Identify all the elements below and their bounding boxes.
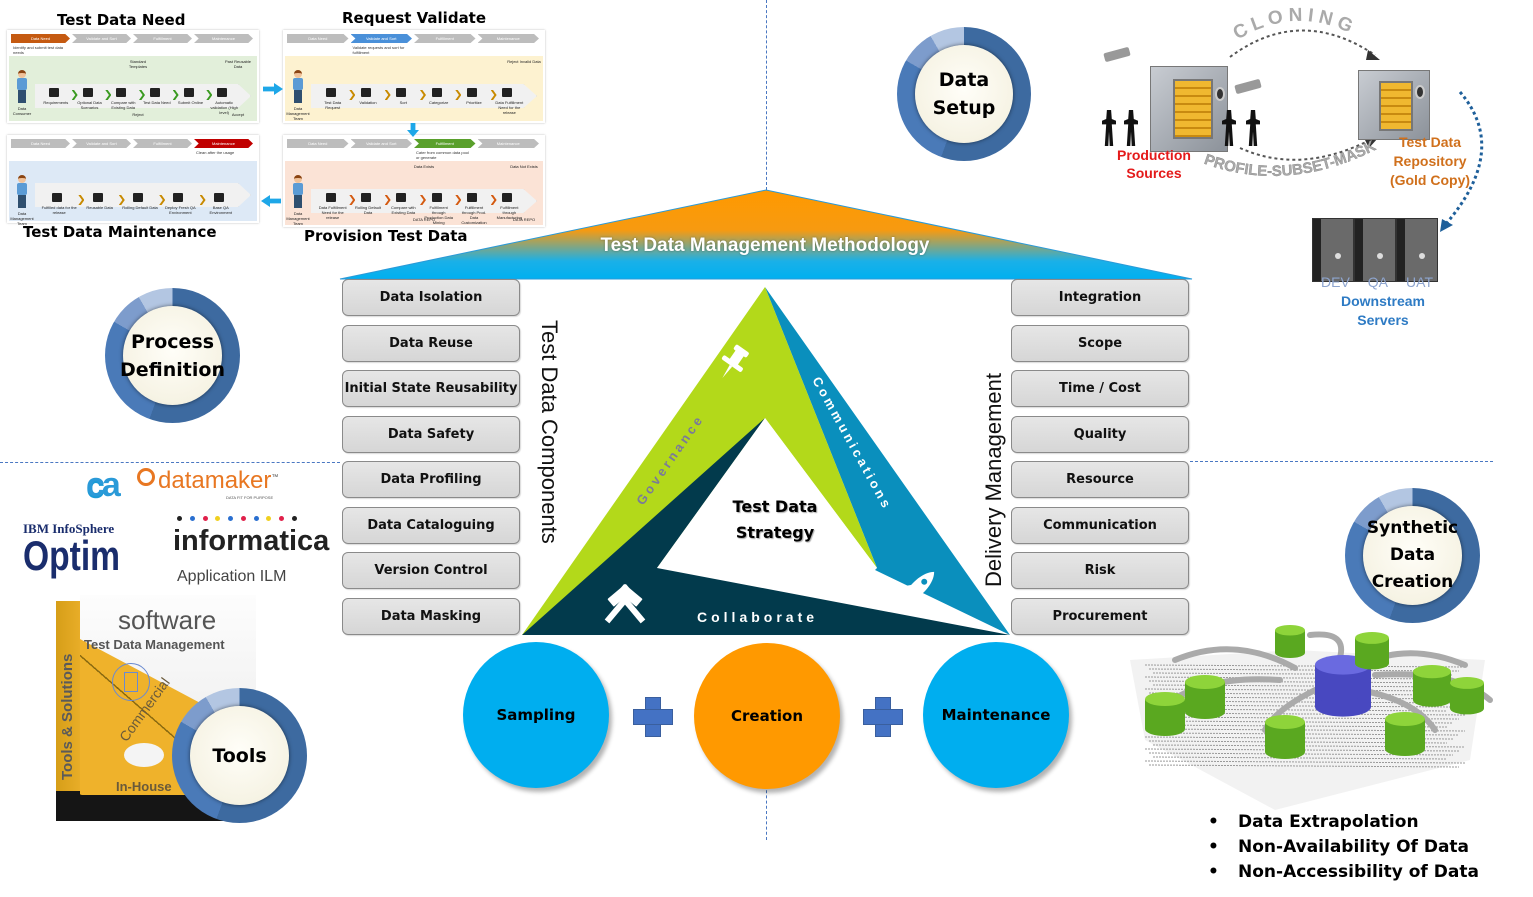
bullet-item: Non-Availability Of Data — [1208, 835, 1479, 860]
target-database-icon — [1275, 625, 1305, 658]
brand-dot — [202, 516, 208, 521]
brand-dot — [279, 516, 285, 521]
plus-icon — [633, 697, 673, 737]
target-database-icon — [1385, 712, 1425, 756]
datamaker-logo: datamaker™ — [158, 467, 278, 495]
label-line: Test Data — [732, 497, 818, 516]
target-database-icon — [1355, 632, 1389, 670]
brand-dot — [253, 516, 259, 521]
label-line: Strategy — [735, 523, 815, 542]
activity-circle-maintenance: Maintenance — [923, 642, 1069, 788]
box-spine-label: Tools & Solutions — [59, 653, 76, 780]
box-inhouse-label: In-House — [116, 779, 172, 794]
brand-dot — [291, 516, 297, 521]
datamaker-text: datamaker — [158, 467, 272, 494]
target-database-icon — [1145, 692, 1185, 736]
brand-dot — [240, 516, 246, 521]
building-icon — [112, 663, 150, 701]
box-title: software — [118, 605, 217, 635]
informatica-logo: informatica — [173, 525, 330, 557]
ca-logo-text: ca — [86, 466, 121, 504]
brand-dot — [189, 516, 195, 521]
brand-dot — [215, 516, 221, 521]
synthetic-data-illustration — [1130, 625, 1493, 810]
target-database-icon — [1265, 715, 1305, 759]
tools-badge: Tools — [172, 688, 307, 823]
brand-dot — [228, 516, 234, 521]
application-ilm-label: Application ILM — [177, 568, 287, 585]
brand-dot — [177, 516, 182, 521]
bullet-item: Non-Accessibility of Data — [1208, 860, 1479, 885]
box-subtitle: Test Data Management — [84, 637, 225, 652]
datamaker-tagline: DATA FIT FOR PURPOSE — [226, 495, 274, 500]
brand-dot — [266, 516, 272, 521]
bullet-item: Data Extrapolation — [1208, 810, 1479, 835]
target-database-icon — [1185, 675, 1225, 719]
activity-circle-sampling: Sampling — [463, 642, 609, 788]
trademark: ™ — [271, 474, 279, 481]
badge-label: Synthetic Data Creation — [1363, 506, 1462, 605]
target-database-icon — [1450, 677, 1484, 715]
badge-label: Tools — [190, 706, 289, 805]
activity-circle-creation: Creation — [694, 643, 840, 789]
collaborate-label: Collaborate — [697, 609, 818, 625]
test-data-strategy-label: Test Data Strategy — [705, 494, 845, 546]
synthetic-use-cases: Data Extrapolation Non-Availability Of D… — [1208, 810, 1479, 885]
informatica-dots — [177, 516, 297, 524]
synthetic-data-creation-badge: Synthetic Data Creation — [1345, 488, 1480, 623]
optim-logo: Optim — [23, 532, 121, 579]
office-worker-icon — [124, 743, 164, 767]
target-database-icon — [1413, 665, 1451, 707]
plus-icon — [863, 697, 903, 737]
datamaker-bolt-icon — [137, 468, 155, 486]
